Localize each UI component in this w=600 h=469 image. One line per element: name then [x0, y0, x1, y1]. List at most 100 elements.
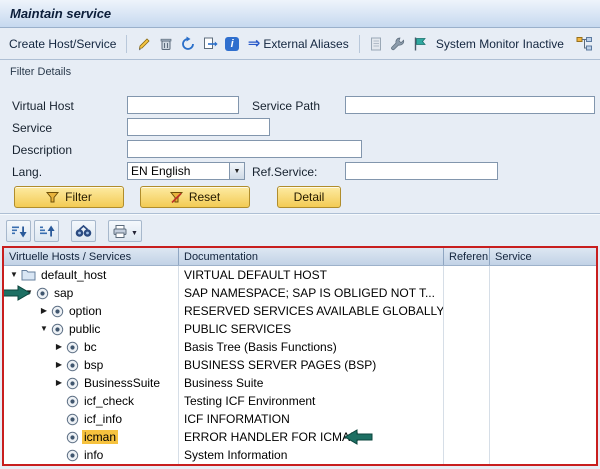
tree-row-bc[interactable]: bc Basis Tree (Basis Functions)	[4, 338, 596, 356]
language-label: Lang.	[12, 165, 43, 179]
filter-details-heading: Filter Details	[10, 66, 72, 78]
system-monitor-label: System Monitor Inactive	[435, 36, 564, 51]
tree-row-icf_check[interactable]: icf_check Testing ICF Environment	[4, 392, 596, 410]
service-icon	[66, 431, 79, 443]
funnel-delete-icon	[169, 191, 183, 203]
service-icon	[51, 305, 64, 317]
node-label[interactable]: info	[82, 448, 105, 462]
node-label[interactable]: default_host	[39, 268, 108, 282]
node-label[interactable]: bsp	[82, 358, 105, 372]
filter-button[interactable]: Filter	[14, 186, 124, 208]
node-label[interactable]: option	[67, 304, 104, 318]
tree-row-option[interactable]: option RESERVED SERVICES AVAILABLE GLOBAL…	[4, 302, 596, 320]
node-documentation: Basis Tree (Basis Functions)	[179, 338, 444, 356]
reset-button-label: Reset	[188, 190, 221, 204]
external-aliases-button[interactable]: External Aliases	[246, 34, 351, 53]
annotation-arrow-icon	[344, 429, 373, 445]
node-reference	[444, 302, 490, 320]
node-reference	[444, 284, 490, 302]
column-header-service[interactable]: Service	[490, 248, 596, 265]
node-reference	[444, 392, 490, 410]
information-icon	[225, 36, 240, 51]
filter-button-label: Filter	[65, 190, 92, 204]
column-header-reference[interactable]: Referen	[444, 248, 490, 265]
page-title: Maintain service	[10, 6, 112, 21]
sort-ascending-button[interactable]	[34, 220, 59, 242]
display-change-button[interactable]	[135, 34, 152, 53]
tree-row-BusinessSuite[interactable]: BusinessSuite Business Suite	[4, 374, 596, 392]
tree-row-info[interactable]: info System Information	[4, 446, 596, 464]
node-label[interactable]: icman	[82, 430, 119, 444]
tree-row-bsp[interactable]: bsp BUSINESS SERVER PAGES (BSP)	[4, 356, 596, 374]
expander-closed-icon[interactable]	[38, 307, 50, 315]
reset-button[interactable]: Reset	[140, 186, 250, 208]
language-select[interactable]: EN English	[127, 162, 245, 180]
folder-icon	[21, 270, 36, 281]
information-button[interactable]	[224, 34, 241, 53]
binoculars-icon	[75, 224, 92, 237]
service-icon	[66, 449, 79, 462]
column-header-documentation[interactable]: Documentation	[179, 248, 444, 265]
refresh-icon	[182, 36, 194, 50]
tree-row-icman[interactable]: icman ERROR HANDLER FOR ICMAN	[4, 428, 596, 446]
expander-closed-icon[interactable]	[53, 343, 65, 351]
tree-row-public[interactable]: public PUBLIC SERVICES	[4, 320, 596, 338]
print-button[interactable]	[108, 220, 142, 242]
pencil-icon	[138, 37, 150, 50]
node-documentation: Testing ICF Environment	[179, 392, 444, 410]
service-icon	[66, 359, 79, 372]
tree-row-icf_info[interactable]: icf_info ICF INFORMATION	[4, 410, 596, 428]
service-path-field[interactable]	[345, 96, 595, 114]
dropdown-arrow-icon[interactable]	[131, 222, 138, 240]
node-label[interactable]: icf_check	[82, 394, 136, 408]
annotation-arrow	[344, 429, 373, 445]
node-documentation: ICF INFORMATION	[179, 410, 444, 428]
node-label[interactable]: sap	[52, 286, 75, 300]
node-label[interactable]: bc	[82, 340, 99, 354]
node-label[interactable]: icf_info	[82, 412, 124, 426]
node-documentation: Business Suite	[179, 374, 444, 392]
node-label[interactable]: public	[67, 322, 102, 336]
service-icon	[66, 341, 79, 353]
expander-open-icon[interactable]	[8, 271, 20, 279]
chevron-down-icon[interactable]	[229, 163, 244, 179]
trace-settings-button[interactable]	[390, 34, 407, 53]
service-icon	[66, 377, 79, 390]
expander-closed-icon[interactable]	[53, 361, 65, 369]
copy-service-button[interactable]	[202, 34, 219, 53]
maintain-service-window: Maintain service Create Host/Service Ext…	[0, 0, 600, 469]
application-toolbar: Create Host/Service External Aliases	[0, 28, 600, 60]
node-label[interactable]: BusinessSuite	[82, 376, 162, 390]
tree-row-sap[interactable]: sap SAP NAMESPACE; SAP IS OBLIGED NOT T..…	[4, 284, 596, 302]
service-icon	[66, 377, 79, 389]
expander-closed-icon[interactable]	[53, 379, 65, 387]
system-monitor-button[interactable]	[412, 34, 429, 53]
folder-icon	[21, 269, 36, 281]
ref-service-field[interactable]	[345, 162, 498, 180]
hierarchy-view-button[interactable]	[576, 34, 593, 53]
service-field[interactable]	[127, 118, 270, 136]
expander-open-icon[interactable]	[38, 325, 50, 333]
refresh-button[interactable]	[179, 34, 196, 53]
sort-descending-button[interactable]	[6, 220, 31, 242]
service-icon	[51, 323, 64, 336]
flag-icon	[415, 37, 427, 50]
detail-button[interactable]: Detail	[277, 186, 341, 208]
services-list-button[interactable]	[368, 34, 385, 53]
delete-button[interactable]	[157, 34, 174, 53]
service-path-label: Service Path	[252, 99, 321, 113]
copy-icon	[204, 37, 218, 49]
find-button[interactable]	[71, 220, 96, 242]
service-icon	[66, 359, 79, 371]
node-service	[490, 284, 596, 302]
service-icon	[51, 323, 64, 335]
service-icon	[66, 431, 79, 444]
virtual-host-field[interactable]	[127, 96, 239, 114]
create-host-service-button[interactable]: Create Host/Service	[7, 35, 118, 53]
virtual-host-label: Virtual Host	[12, 99, 74, 113]
tree-row-default_host[interactable]: default_host VIRTUAL DEFAULT HOST	[4, 266, 596, 284]
node-reference	[444, 320, 490, 338]
column-header-hosts[interactable]: Virtuelle Hosts / Services	[4, 248, 179, 265]
node-service	[490, 338, 596, 356]
description-field[interactable]	[127, 140, 362, 158]
